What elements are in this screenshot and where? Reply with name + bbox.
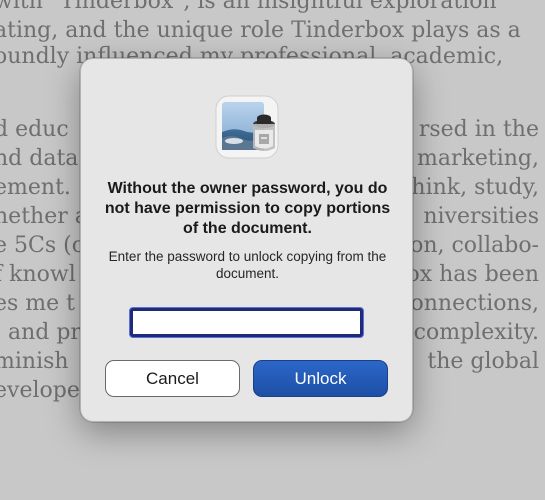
background-text-line: ating, and the unique role Tinderbox pla… bbox=[0, 18, 521, 43]
background-text-line: nd data bbox=[0, 146, 79, 171]
background-text-line: niversities bbox=[423, 204, 539, 229]
preview-app-icon bbox=[214, 94, 280, 160]
unlock-button[interactable]: Unlock bbox=[253, 360, 388, 397]
background-text-line: ement. bbox=[0, 175, 71, 200]
background-text-line: d educ bbox=[0, 117, 69, 142]
background-text-line: f knowl bbox=[0, 262, 76, 287]
background-text-line: minish bbox=[0, 349, 69, 374]
background-text-line: marketing, bbox=[417, 146, 539, 171]
background-text-line: hink, study, bbox=[411, 175, 539, 200]
unlock-dialog: Without the owner password, you do not h… bbox=[80, 58, 413, 422]
background-text-line: ox has been bbox=[406, 262, 539, 287]
background-text-line: , and pr bbox=[0, 320, 81, 345]
cancel-button[interactable]: Cancel bbox=[105, 360, 240, 397]
background-text-line: with "Tinderbox", is an insightful explo… bbox=[0, 0, 497, 14]
background-text-line: complexity. bbox=[413, 320, 539, 345]
background-text-line: the global bbox=[427, 349, 539, 374]
password-input[interactable] bbox=[130, 308, 363, 337]
background-text-line: hether a bbox=[0, 204, 88, 229]
background-text-line: e 5Cs (c bbox=[0, 233, 85, 258]
dialog-title: Without the owner password, you do not h… bbox=[104, 180, 391, 237]
background-text-line: onnections, bbox=[410, 291, 540, 316]
background-text-line: evelope bbox=[0, 378, 80, 403]
background-text-line: es me t bbox=[0, 291, 76, 316]
background-text-line: rsed in the bbox=[418, 117, 539, 142]
dialog-message: Enter the password to unlock copying fro… bbox=[108, 249, 387, 281]
background-text-line: on, collabo- bbox=[410, 233, 539, 258]
